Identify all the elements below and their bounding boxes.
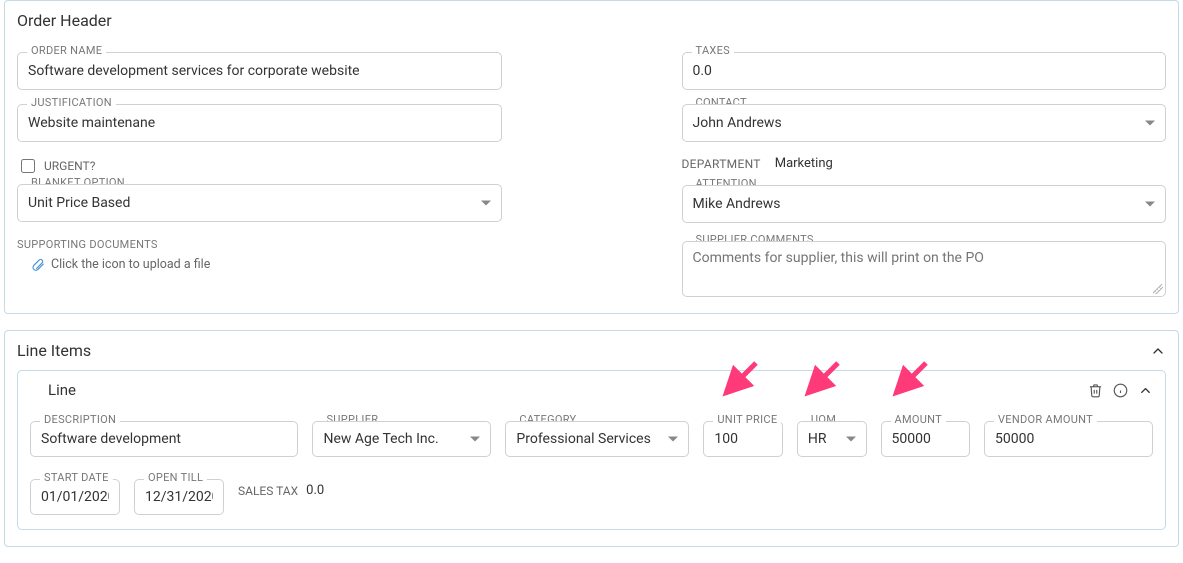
sales-tax-label: SALES TAX	[238, 484, 298, 498]
start-date-input[interactable]	[41, 489, 109, 505]
chevron-down-icon	[481, 201, 491, 206]
sales-tax-row: SALES TAX 0.0	[238, 483, 324, 498]
order-name-label: ORDER NAME	[27, 44, 106, 57]
collapse-line-button[interactable]	[1138, 383, 1153, 398]
line-items-title: Line Items	[17, 341, 91, 360]
upload-row[interactable]: Click the icon to upload a file	[17, 257, 502, 272]
line-items-panel: Line Items Line DESCRIPTION	[4, 330, 1179, 547]
department-value: Marketing	[775, 156, 833, 171]
taxes-field-wrap: TAXES	[682, 52, 1167, 90]
unit-price-label: UNIT PRICE	[713, 413, 781, 426]
order-name-field-wrap: ORDER NAME	[17, 52, 502, 90]
vendor-amount-input[interactable]	[995, 431, 1142, 447]
open-till-wrap: OPEN TILL	[134, 479, 224, 515]
chevron-down-icon	[846, 437, 856, 442]
blanket-option-field-wrap: BLANKET OPTION Unit Price Based	[17, 184, 502, 222]
info-line-button[interactable]	[1113, 383, 1128, 398]
order-header-title: Order Header	[17, 11, 1166, 30]
delete-line-button[interactable]	[1088, 383, 1103, 398]
description-label: DESCRIPTION	[40, 413, 120, 426]
category-select[interactable]: Professional Services	[505, 421, 689, 457]
justification-input[interactable]	[28, 115, 491, 131]
order-name-field[interactable]	[17, 52, 502, 90]
unit-price-input[interactable]	[714, 431, 772, 447]
taxes-label: TAXES	[692, 44, 735, 57]
contact-field-wrap: CONTACT John Andrews	[682, 104, 1167, 142]
order-header-panel: Order Header ORDER NAME JUSTIFICATION UR…	[4, 0, 1179, 314]
description-wrap: DESCRIPTION	[30, 421, 298, 457]
uom-wrap: UOM HR	[797, 421, 867, 457]
taxes-field[interactable]	[682, 52, 1167, 90]
amount-input[interactable]	[892, 431, 959, 447]
vendor-amount-wrap: VENDOR AMOUNT	[984, 421, 1153, 457]
justification-field-wrap: JUSTIFICATION	[17, 104, 502, 142]
uom-select[interactable]: HR	[797, 421, 867, 457]
department-label: DEPARTMENT	[682, 157, 761, 171]
contact-value: John Andrews	[693, 115, 782, 131]
open-till-input[interactable]	[145, 489, 213, 505]
order-header-right-col: TAXES CONTACT John Andrews DEPARTMENT Ma…	[682, 38, 1167, 297]
paperclip-icon[interactable]	[31, 258, 45, 272]
urgent-label: URGENT?	[44, 159, 95, 173]
chevron-down-icon	[470, 437, 480, 442]
attention-field-wrap: ATTENTION Mike Andrews	[682, 185, 1167, 223]
contact-select[interactable]: John Andrews	[682, 104, 1167, 142]
department-row: DEPARTMENT Marketing	[682, 156, 1167, 171]
justification-field[interactable]	[17, 104, 502, 142]
open-till-label: OPEN TILL	[144, 471, 207, 484]
amount-wrap: AMOUNT	[881, 421, 970, 457]
supplier-comments-input[interactable]	[693, 250, 1156, 290]
description-field[interactable]	[30, 421, 298, 457]
justification-label: JUSTIFICATION	[27, 96, 116, 109]
open-till-field[interactable]	[134, 479, 224, 515]
blanket-option-value: Unit Price Based	[28, 195, 130, 211]
start-date-label: START DATE	[40, 471, 113, 484]
chevron-down-icon	[1145, 121, 1155, 126]
collapse-line-items-button[interactable]	[1150, 343, 1166, 359]
supplier-select[interactable]: New Age Tech Inc.	[312, 421, 491, 457]
amount-label: AMOUNT	[891, 413, 947, 426]
order-name-input[interactable]	[28, 63, 491, 79]
line-title: Line	[30, 381, 76, 399]
supplier-wrap: SUPPLIER New Age Tech Inc.	[312, 421, 491, 457]
uom-value: HR	[808, 431, 827, 447]
start-date-wrap: START DATE	[30, 479, 120, 515]
line-box: Line DESCRIPTION SUPP	[17, 370, 1166, 530]
order-header-left-col: ORDER NAME JUSTIFICATION URGENT? BLANKET…	[17, 38, 502, 297]
vendor-amount-label: VENDOR AMOUNT	[994, 413, 1097, 426]
urgent-checkbox[interactable]	[21, 159, 35, 173]
category-wrap: CATEGORY Professional Services	[505, 421, 689, 457]
amount-field[interactable]	[881, 421, 970, 457]
supplier-value: New Age Tech Inc.	[323, 431, 438, 447]
supporting-documents-label: SUPPORTING DOCUMENTS	[17, 238, 502, 251]
urgent-checkbox-row[interactable]: URGENT?	[17, 156, 502, 176]
unit-price-wrap: UNIT PRICE	[703, 421, 783, 457]
unit-price-field[interactable]	[703, 421, 783, 457]
supplier-comments-wrap: SUPPLIER COMMENTS	[682, 241, 1167, 297]
taxes-input[interactable]	[693, 63, 1156, 79]
chevron-down-icon	[668, 437, 678, 442]
attention-value: Mike Andrews	[693, 196, 781, 212]
upload-hint: Click the icon to upload a file	[51, 257, 210, 272]
chevron-down-icon	[1145, 202, 1155, 207]
attention-select[interactable]: Mike Andrews	[682, 185, 1167, 223]
vendor-amount-field[interactable]	[984, 421, 1153, 457]
supplier-comments-field[interactable]	[682, 241, 1167, 297]
blanket-option-select[interactable]: Unit Price Based	[17, 184, 502, 222]
category-value: Professional Services	[516, 431, 650, 447]
resize-handle-icon[interactable]	[1153, 284, 1163, 294]
description-input[interactable]	[41, 431, 287, 447]
sales-tax-value: 0.0	[306, 483, 324, 498]
start-date-field[interactable]	[30, 479, 120, 515]
